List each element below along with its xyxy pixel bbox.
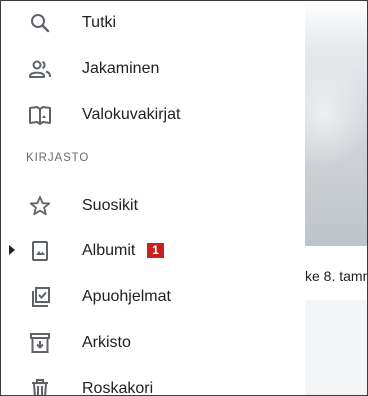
sidebar-nav: Tutki Jakaminen Valokuvakirjat KIRJASTO … — [0, 0, 305, 396]
checkbox-icon — [28, 285, 52, 309]
archive-icon — [28, 331, 52, 355]
album-icon — [28, 239, 52, 263]
section-header-library: KIRJASTO — [26, 152, 90, 164]
photo-thumbnail[interactable] — [305, 300, 368, 396]
nav-item-label: Albumit — [82, 242, 136, 259]
album-count-badge: 1 — [147, 243, 164, 258]
nav-item-roskakori[interactable]: Roskakori — [0, 369, 305, 396]
nav-item-label: Tutki — [82, 14, 117, 31]
trash-icon — [28, 377, 52, 396]
nav-item-label: Valokuvakirjat — [82, 106, 181, 123]
nav-item-label: Roskakori — [82, 380, 154, 396]
nav-item-label: Jakaminen — [82, 60, 160, 77]
nav-item-label: Arkisto — [82, 334, 131, 351]
photo-grid: ke 8. tammi — [305, 0, 368, 396]
photo-date-header: ke 8. tammi — [305, 268, 368, 284]
star-icon — [28, 194, 52, 218]
people-icon — [28, 57, 52, 81]
nav-item-apuohjelmat[interactable]: Apuohjelmat — [0, 277, 305, 317]
photobook-icon — [28, 103, 52, 127]
nav-item-suosikit[interactable]: Suosikit — [0, 186, 305, 226]
photo-thumbnail[interactable] — [305, 0, 368, 246]
search-icon — [28, 11, 52, 35]
nav-item-tutki[interactable]: Tutki — [0, 3, 305, 43]
nav-item-valokuvakirjat[interactable]: Valokuvakirjat — [0, 95, 305, 135]
nav-item-label: Apuohjelmat — [82, 288, 171, 305]
nav-item-jakaminen[interactable]: Jakaminen — [0, 49, 305, 89]
nav-item-label: Suosikit — [82, 197, 139, 214]
nav-item-arkisto[interactable]: Arkisto — [0, 323, 305, 363]
